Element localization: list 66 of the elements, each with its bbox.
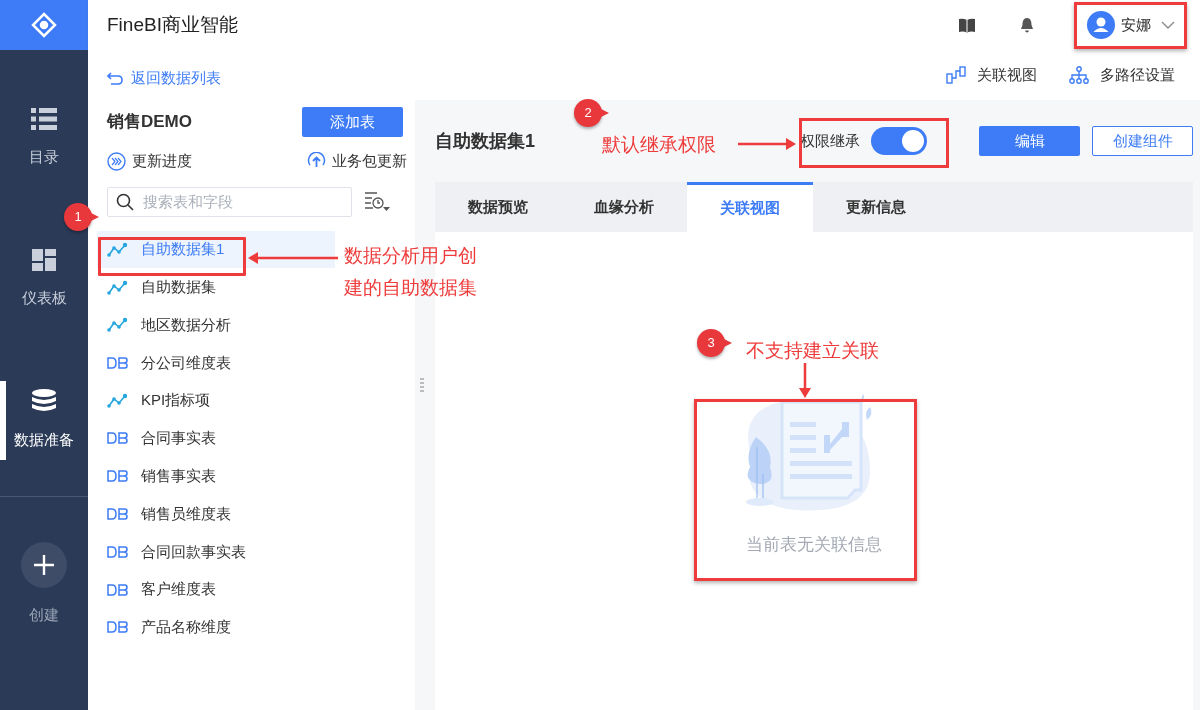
table-list-item[interactable]: 地区数据分析 (97, 306, 335, 344)
line-chart-icon (107, 241, 128, 257)
tab[interactable]: 关联视图 (687, 182, 813, 232)
create-component-button[interactable]: 创建组件 (1092, 126, 1193, 156)
table-list-item[interactable]: 自助数据集 (97, 268, 335, 307)
tab[interactable]: 数据预览 (435, 182, 561, 232)
database-table-icon (107, 545, 128, 558)
search-field[interactable]: 搜索表和字段 (107, 186, 352, 217)
table-list-item[interactable]: 分公司维度表 (97, 343, 335, 382)
dashboard-icon (32, 248, 56, 271)
add-table-button[interactable]: 添加表 (302, 107, 403, 137)
return-arrow-icon (107, 71, 123, 85)
grip-icon[interactable] (420, 378, 424, 392)
database-table-icon (107, 356, 128, 369)
filter-icon[interactable] (364, 190, 390, 213)
bell-icon[interactable] (1020, 17, 1034, 33)
app-title: FineBI商业智能 (107, 12, 238, 37)
nav-item[interactable]: 仪表板 (0, 240, 88, 317)
list-icon (31, 108, 57, 130)
table-list-item[interactable]: 销售事实表 (97, 457, 335, 496)
search-icon (116, 192, 134, 211)
annotation-note: 不支持建立关联 (746, 339, 879, 363)
database-table-icon (107, 432, 128, 445)
annotation-note: 默认继承权限 (602, 133, 716, 157)
line-chart-icon (107, 279, 128, 295)
nav-item[interactable]: 数据准备 (0, 381, 88, 460)
database-icon (32, 389, 56, 413)
dataset-title: 自助数据集1 (435, 129, 535, 153)
relation-icon (946, 66, 966, 84)
table-list-item[interactable]: 销售员维度表 (97, 495, 335, 533)
edit-button[interactable]: 编辑 (979, 126, 1080, 156)
toolbar-button[interactable]: 多路径设置 (1069, 63, 1175, 87)
arrow-left-icon (248, 252, 338, 264)
chevron-down-icon (1161, 21, 1175, 29)
tab[interactable]: 更新信息 (813, 182, 939, 232)
table-list-item[interactable]: 产品名称维度 (97, 608, 335, 647)
empty-state-message: 当前表无关联信息 (746, 534, 882, 556)
back-link[interactable]: 返回数据列表 (107, 68, 396, 88)
hierarchy-icon (1069, 66, 1089, 84)
user-menu[interactable]: 安娜 (1081, 5, 1181, 45)
table-list-item[interactable]: 合同事实表 (97, 419, 335, 458)
database-table-icon (107, 507, 128, 520)
database-table-icon (107, 583, 128, 596)
database-table-icon (107, 621, 128, 634)
table-list-item[interactable]: 客户维度表 (97, 570, 335, 609)
avatar-icon (1087, 11, 1115, 39)
arrow-down-icon (799, 363, 811, 398)
create-button[interactable]: 创建 (21, 541, 67, 626)
progress-icon (107, 151, 126, 171)
logo-icon (31, 12, 57, 38)
line-chart-icon (107, 393, 128, 409)
update-progress-button[interactable]: 更新进度 (107, 150, 192, 173)
arrow-right-icon (738, 138, 796, 150)
line-chart-icon (107, 317, 128, 333)
table-list-item[interactable]: 自助数据集1 (97, 230, 335, 269)
table-list-item[interactable]: 合同回款事实表 (97, 532, 335, 571)
toolbar-button[interactable]: 关联视图 (946, 63, 1037, 87)
annotation-note: 数据分析用户创建的自助数据集 (344, 244, 478, 300)
tab[interactable]: 血缘分析 (561, 182, 687, 232)
package-update-button[interactable]: 业务包更新 (307, 150, 407, 173)
table-list-item[interactable]: KPI指标项 (97, 381, 335, 420)
nav-item[interactable]: 目录 (0, 100, 88, 177)
package-title: 销售DEMO (107, 111, 192, 134)
database-table-icon (107, 470, 128, 483)
book-icon[interactable] (958, 17, 976, 33)
permission-toggle[interactable] (871, 127, 927, 155)
